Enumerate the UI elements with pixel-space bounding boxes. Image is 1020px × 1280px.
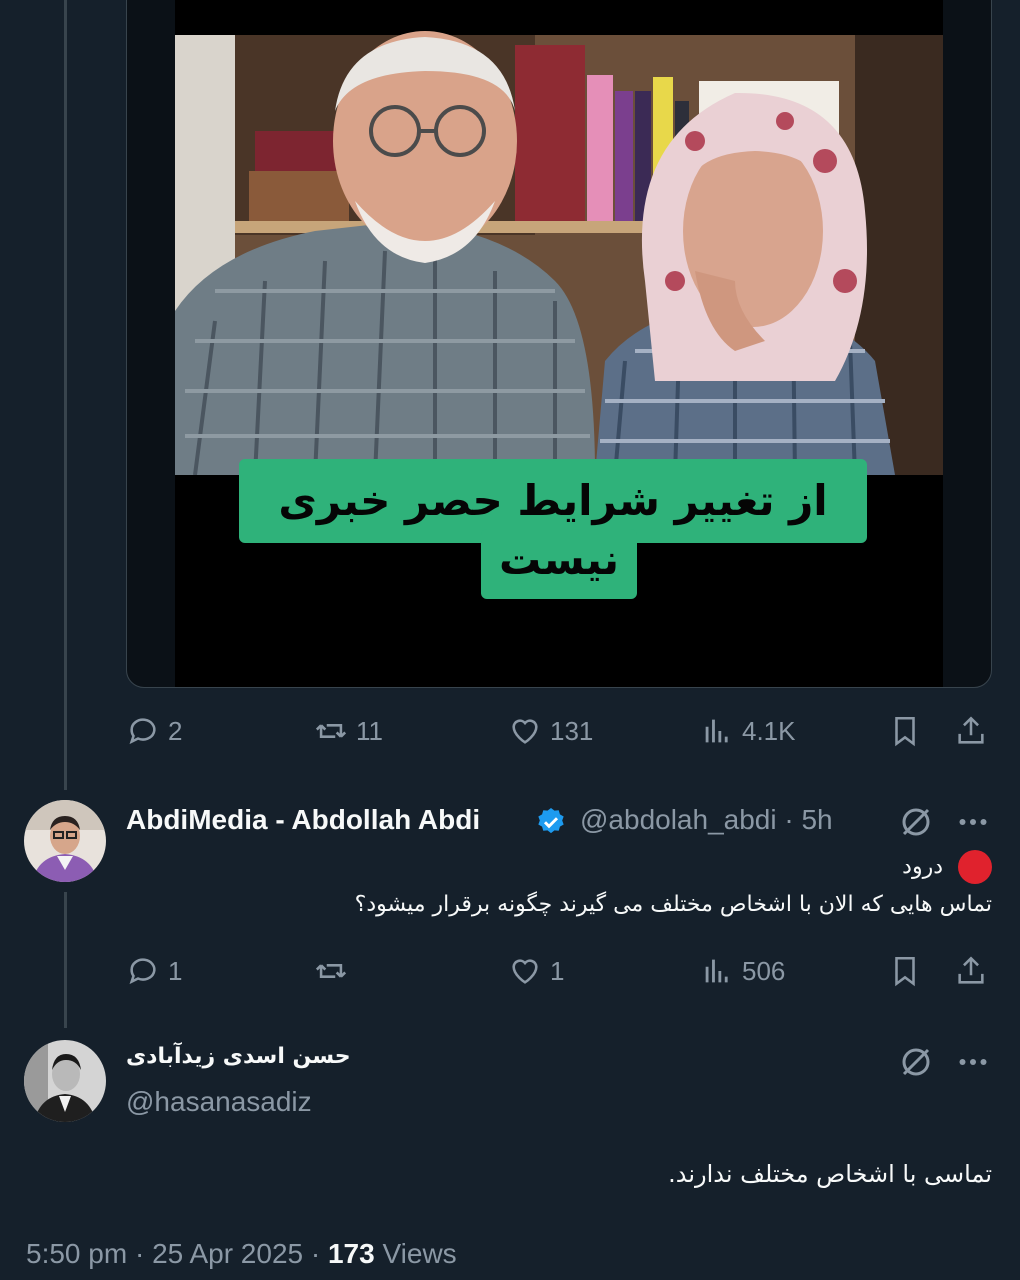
analytics-icon <box>705 719 728 743</box>
reply1-line2: تماس هایی که الان با اشخاص مختلف می گیرن… <box>354 892 992 917</box>
like-count: 131 <box>550 715 594 746</box>
more-icon[interactable] <box>955 804 991 840</box>
reply1-reply-count: 1 <box>168 955 183 986</box>
repost-button[interactable]: 11 <box>314 714 383 748</box>
reply-count: 2 <box>168 715 183 746</box>
like-button[interactable]: 131 <box>508 714 593 748</box>
reply2-text: تماسی با اشخاص مختلف ندارند. <box>668 1160 992 1188</box>
reply1-meta: @abdolah_abdi · 5h <box>580 804 833 836</box>
tweet-media[interactable]: از تغییر شرایط حصر خبری نیست <box>126 0 992 688</box>
reply1-like-button[interactable]: 1 <box>508 954 564 988</box>
views-count: 173 <box>327 1238 375 1269</box>
red-circle-icon <box>958 850 992 884</box>
grok-icon[interactable] <box>898 1044 934 1080</box>
share-icon <box>958 716 984 744</box>
post-footer-meta: 5:50 pm · 25 Apr 2025 · 173 Views <box>26 1238 457 1270</box>
avatar-photo <box>24 800 106 882</box>
views-button[interactable]: 4.1K <box>700 714 796 748</box>
footer-separator: · <box>127 1238 153 1269</box>
reply1-timestamp[interactable]: 5h <box>801 804 832 835</box>
grok-icon[interactable] <box>898 804 934 840</box>
share-icon <box>958 956 984 984</box>
image-caption-line2: نیست <box>481 529 637 599</box>
reply1-action-bar: 1 1 506 <box>126 954 990 994</box>
post-action-bar: 2 11 131 4.1K <box>126 714 990 754</box>
verified-badge-icon <box>538 808 564 834</box>
reply-icon <box>129 718 156 745</box>
reply1-repost-button[interactable] <box>314 954 356 988</box>
reply1-views-button[interactable]: 506 <box>700 954 785 988</box>
footer-separator: · <box>303 1238 328 1269</box>
reply1-share-button[interactable] <box>954 954 988 988</box>
views-label: Views <box>374 1238 457 1269</box>
avatar-photo <box>24 1040 106 1122</box>
analytics-icon <box>705 959 728 983</box>
reply1-handle[interactable]: @abdolah_abdi <box>580 804 777 835</box>
bookmark-icon <box>895 716 915 747</box>
post-time[interactable]: 5:50 pm <box>26 1238 127 1269</box>
repost-count: 11 <box>356 715 383 746</box>
heart-icon <box>512 959 538 984</box>
reply1-line1: درود <box>902 850 992 884</box>
reply2-display-name[interactable]: حسن اسدی زیدآبادی <box>126 1044 351 1069</box>
heart-icon <box>512 719 538 744</box>
share-button[interactable] <box>954 714 988 748</box>
reply1-view-count: 506 <box>742 955 786 986</box>
reply2-handle[interactable]: @hasanasadiz <box>126 1086 312 1118</box>
reply1-separator: · <box>784 804 794 835</box>
reply1-like-count: 1 <box>550 955 565 986</box>
post-date[interactable]: 25 Apr 2025 <box>152 1238 303 1269</box>
reply2-avatar[interactable] <box>24 1040 106 1122</box>
thread-line-middle <box>64 892 67 1028</box>
view-count: 4.1K <box>742 715 796 746</box>
tweet-photo[interactable]: از تغییر شرایط حصر خبری نیست <box>175 0 943 687</box>
reply1-avatar[interactable] <box>24 800 106 882</box>
reply1-reply-button[interactable]: 1 <box>126 954 182 988</box>
bookmark-button[interactable] <box>888 714 922 748</box>
bookmark-icon <box>895 956 915 987</box>
repost-icon <box>315 964 347 978</box>
reply1-display-name[interactable]: AbdiMedia - Abdollah Abdi <box>126 804 480 836</box>
repost-icon <box>315 724 347 738</box>
reply-icon <box>129 958 156 985</box>
reply1-greeting: درود <box>902 854 943 880</box>
reply-button[interactable]: 2 <box>126 714 182 748</box>
more-icon[interactable] <box>955 1044 991 1080</box>
reply1-bookmark-button[interactable] <box>888 954 922 988</box>
thread-line-top <box>64 0 67 790</box>
